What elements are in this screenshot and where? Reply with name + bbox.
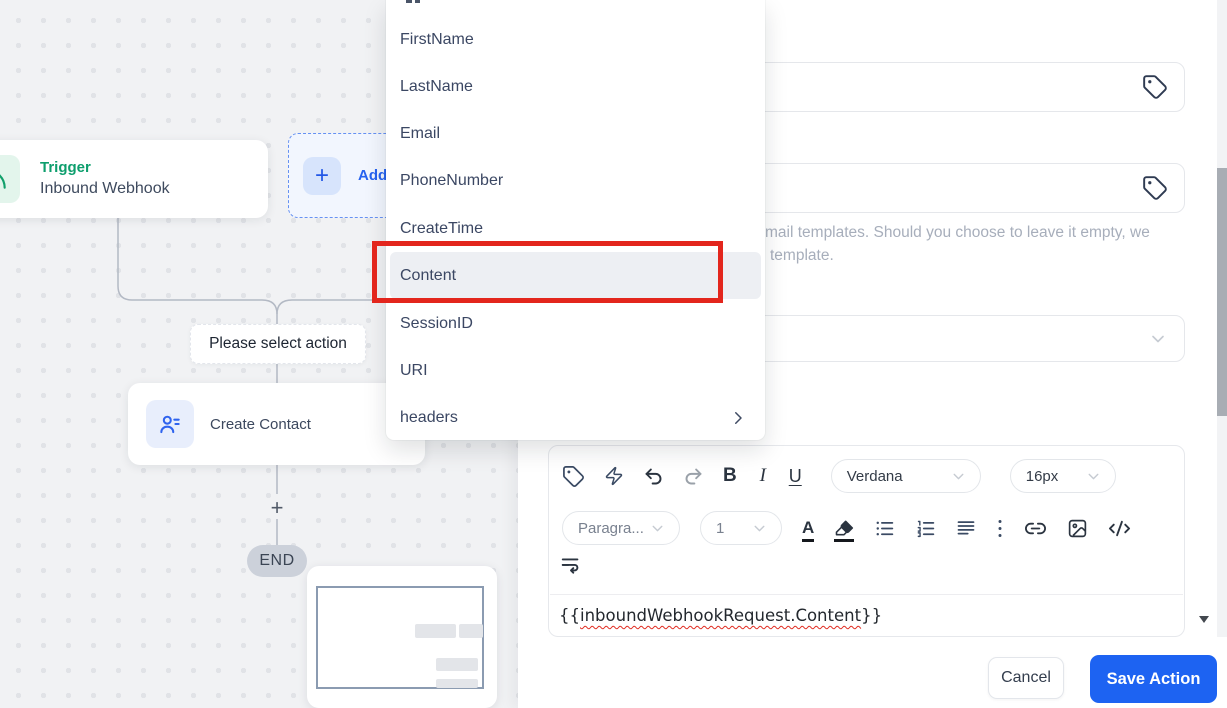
editor-divider [550,594,1183,595]
cancel-button[interactable]: Cancel [988,657,1064,699]
merge-tag-button[interactable] [562,465,585,488]
bullet-list-button[interactable] [874,518,895,539]
select-action-label: Please select action [190,324,366,364]
chevron-down-icon [751,520,768,537]
create-contact-node[interactable]: Create Contact [128,383,425,465]
italic-button[interactable]: I [756,465,770,487]
end-badge: END [247,545,307,577]
font-family-select[interactable]: Verdana [830,459,981,493]
bold-button[interactable]: B [723,465,737,487]
workflow-editor-screen: Trigger Inbound Webhook + Add Please sel… [0,0,1227,708]
preview-frame [316,586,484,689]
trigger-node-title: Trigger [40,159,91,177]
font-color-button[interactable]: A [802,518,815,542]
highlight-color-button[interactable] [834,518,855,542]
dropdown-item-uri[interactable]: URI [386,347,765,394]
text-align-button[interactable] [956,518,976,538]
font-family-value: Verdana [846,467,903,485]
preview-placeholder-bar [415,624,456,638]
tag-icon[interactable] [1142,175,1168,201]
add-action-label: Add [358,167,388,184]
insert-image-button[interactable] [1067,518,1088,539]
preview-card[interactable] [307,566,497,708]
chevron-down-icon [649,520,666,537]
editor-content[interactable]: {{inboundWebhookRequest.Content}} [559,606,882,625]
contact-icon [146,400,194,448]
dropdown-item-firstname[interactable]: FirstName [386,16,765,63]
preview-placeholder-bar [436,658,478,671]
tag-icon[interactable] [1142,74,1168,100]
dropdown-item-content[interactable]: Content [390,252,761,299]
token-close-braces: }} [861,606,883,625]
more-options-button[interactable] [996,518,1004,539]
insert-link-button[interactable] [1024,517,1047,540]
webhook-signal-icon [0,155,20,203]
paragraph-style-select[interactable]: Paragra... [562,511,680,545]
dropdown-item-email[interactable]: Email [386,110,765,157]
dropdown-item-headers[interactable]: headers [386,394,765,441]
dropdown-item-lastname[interactable]: LastName [386,63,765,110]
chevron-down-icon [950,468,967,485]
trigger-node-subtitle: Inbound Webhook [40,179,170,197]
trigger-node[interactable]: Trigger Inbound Webhook [0,140,268,218]
token-open-braces: {{ [559,606,580,625]
preview-placeholder-bar [459,624,483,638]
preview-placeholder-bar [436,679,478,688]
undo-button[interactable] [643,466,664,487]
font-size-value: 16px [1025,467,1059,485]
chevron-right-icon [729,409,747,427]
paragraph-style-value: Paragra... [578,519,644,537]
chevron-down-icon [1148,329,1168,349]
numbered-list-button[interactable] [915,518,936,539]
save-action-button[interactable]: Save Action [1090,655,1217,703]
font-size-select[interactable]: 16px [1009,459,1116,493]
dropdown-clipped-item [406,0,412,3]
text-wrap-button[interactable] [560,553,582,575]
dropdown-item-headers-label: headers [400,409,458,426]
dynamic-content-lightning-button[interactable] [604,466,624,486]
plus-icon: + [303,156,341,195]
add-step-plus-icon[interactable]: + [266,495,288,521]
create-contact-label: Create Contact [210,415,311,433]
underline-button[interactable]: U [789,466,802,487]
dropdown-item-createtime[interactable]: CreateTime [386,205,765,252]
line-height-select[interactable]: 1 [700,511,782,545]
dropdown-clipped-item [415,0,420,3]
line-height-value: 1 [716,519,725,537]
merge-field-dropdown: FirstName LastName Email PhoneNumber Cre… [386,0,765,440]
dropdown-item-sessionid[interactable]: SessionID [386,300,765,347]
scroll-down-arrow-icon[interactable] [1199,616,1209,623]
code-view-button[interactable] [1108,517,1131,540]
redo-button[interactable] [683,466,704,487]
panel-scrollbar-thumb[interactable] [1217,168,1227,416]
chevron-down-icon [1085,468,1102,485]
dropdown-item-phonenumber[interactable]: PhoneNumber [386,157,765,204]
rich-text-editor: B I U Verdana 16px Paragra... 1 A {{inbo… [548,445,1185,637]
merge-token: inboundWebhookRequest.Content [580,606,862,625]
